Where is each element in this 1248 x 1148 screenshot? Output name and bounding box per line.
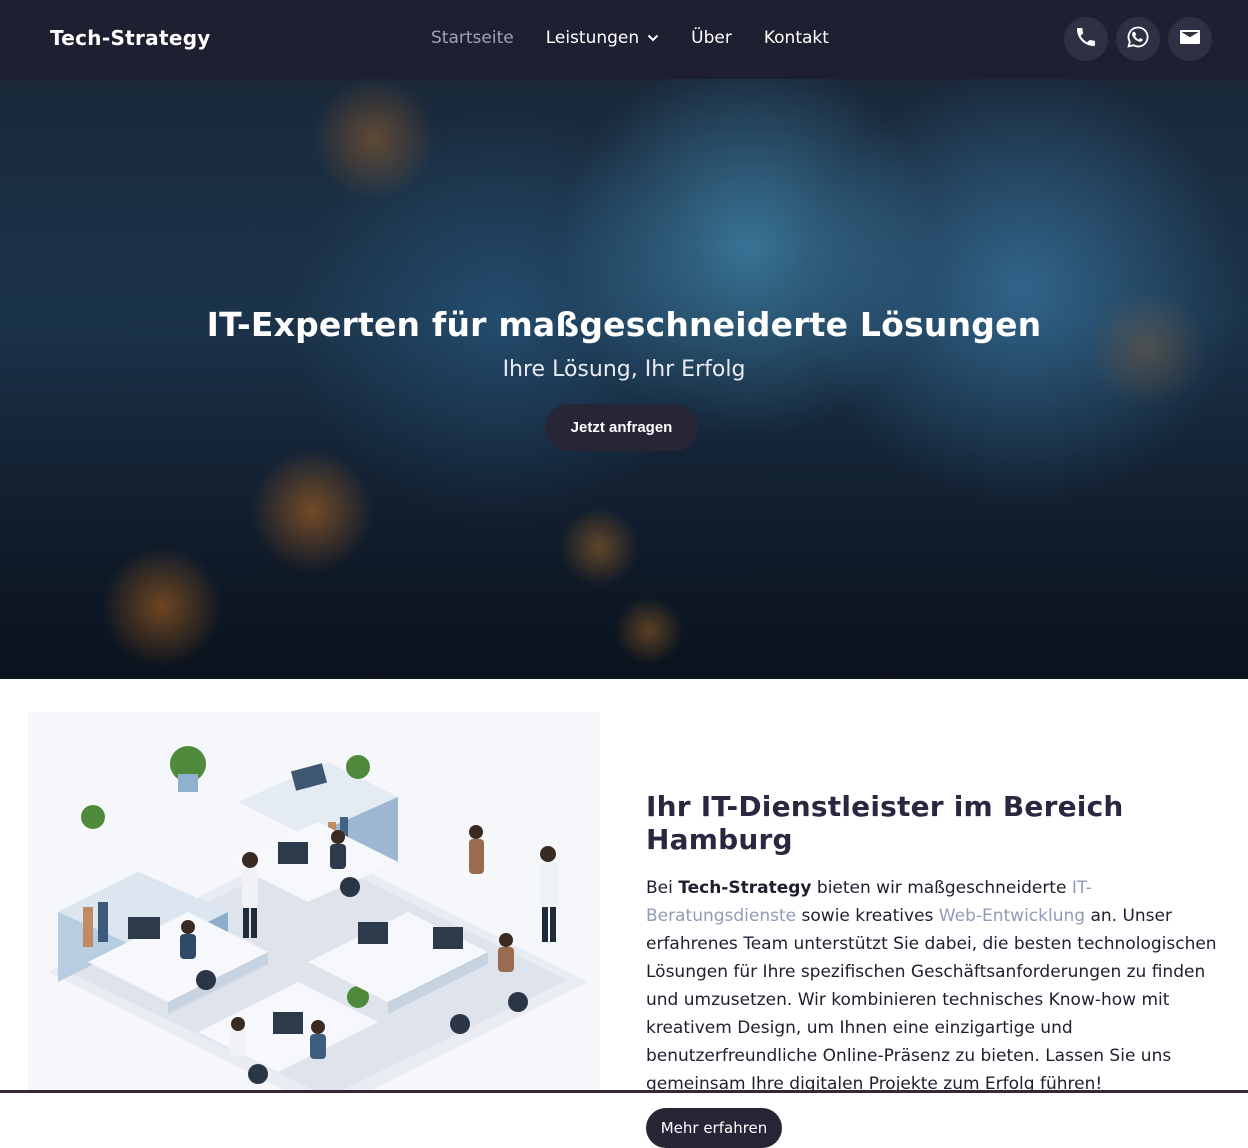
nav-item-startseite[interactable]: Startseite bbox=[431, 28, 514, 48]
chevron-down-icon bbox=[647, 34, 659, 42]
nav-item-kontakt[interactable]: Kontakt bbox=[764, 28, 829, 48]
nav-item-label: Leistungen bbox=[545, 28, 640, 48]
text-segment: bieten wir maßgeschneiderte bbox=[811, 878, 1072, 898]
nav-item-label: Kontakt bbox=[763, 28, 829, 48]
mail-icon bbox=[1178, 25, 1202, 53]
phone-icon bbox=[1074, 25, 1098, 53]
hero-subtitle: Ihre Lösung, Ihr Erfolg bbox=[502, 357, 746, 382]
main-menu: Startseite Leistungen Über Kontakt bbox=[431, 28, 861, 48]
nav-item-ueber[interactable]: Über bbox=[691, 28, 732, 48]
brand-logo[interactable]: Tech-Strategy bbox=[50, 26, 211, 50]
text-segment: Bei bbox=[646, 878, 679, 898]
brand-name-bold: Tech-Strategy bbox=[678, 878, 812, 898]
hero-section: IT-Experten für maßgeschneiderte Lösunge… bbox=[0, 79, 1248, 679]
whatsapp-button[interactable] bbox=[1116, 17, 1160, 61]
hero-title: IT-Experten für maßgeschneiderte Lösunge… bbox=[206, 305, 1042, 344]
social-buttons bbox=[1064, 17, 1212, 61]
mail-button[interactable] bbox=[1168, 17, 1212, 61]
office-illustration bbox=[28, 712, 600, 1093]
text-segment: an. Unser erfahrenes Team unterstützt Si… bbox=[646, 906, 1217, 1094]
link-web-entwicklung[interactable]: Web-Entwicklung bbox=[939, 906, 1085, 926]
phone-button[interactable] bbox=[1064, 17, 1108, 61]
nav-item-label: Startseite bbox=[431, 28, 514, 48]
about-heading: Ihr IT-Dienstleister im Bereich Hamburg bbox=[646, 790, 1124, 856]
learn-more-button[interactable]: Mehr erfahren bbox=[646, 1108, 782, 1148]
whatsapp-icon bbox=[1126, 25, 1150, 53]
nav-item-label: Über bbox=[691, 28, 732, 48]
about-text: Bei Tech-Strategy bieten wir maßgeschnei… bbox=[646, 874, 1221, 1098]
top-navbar: Tech-Strategy Startseite Leistungen Über… bbox=[0, 0, 1248, 79]
nav-item-leistungen[interactable]: Leistungen bbox=[546, 28, 659, 48]
about-section: Ihr IT-Dienstleister im Bereich Hamburg … bbox=[646, 790, 1221, 1148]
request-button[interactable]: Jetzt anfragen bbox=[545, 404, 698, 451]
text-segment: sowie kreatives bbox=[796, 906, 939, 926]
